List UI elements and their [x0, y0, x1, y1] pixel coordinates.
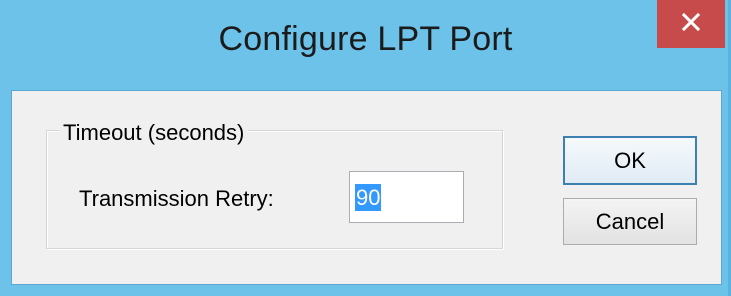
dialog-title: Configure LPT Port	[218, 20, 513, 58]
transmission-retry-input[interactable]: 90	[349, 171, 464, 223]
close-icon	[681, 12, 701, 37]
timeout-group-legend: Timeout (seconds)	[59, 121, 249, 145]
cancel-button[interactable]: Cancel	[563, 198, 697, 245]
dialog-client-area: Timeout (seconds) Transmission Retry: 90…	[11, 90, 722, 285]
transmission-retry-label: Transmission Retry:	[79, 186, 274, 211]
title-bar[interactable]: Configure LPT Port	[0, 0, 731, 90]
transmission-retry-value: 90	[355, 183, 382, 211]
configure-lpt-port-dialog: Configure LPT Port Timeout (seconds) Tra…	[0, 0, 731, 296]
ok-button[interactable]: OK	[563, 136, 697, 185]
close-button[interactable]	[657, 0, 725, 48]
